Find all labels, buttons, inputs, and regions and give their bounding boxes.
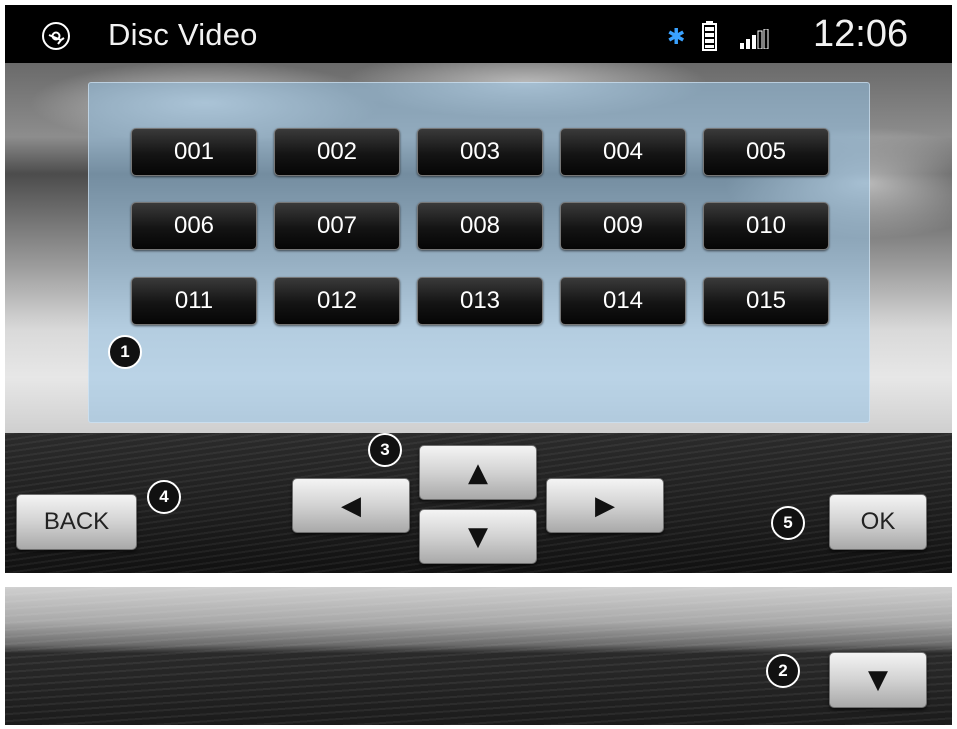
status-bar: Disc Video ✱ 12:06: [5, 5, 952, 63]
down-button[interactable]: ▼: [419, 509, 537, 564]
ok-button[interactable]: OK: [829, 494, 927, 550]
back-button[interactable]: BACK: [16, 494, 137, 550]
track-button-006[interactable]: 006: [131, 202, 257, 250]
callout-5: 5: [771, 506, 805, 540]
callout-3: 3: [368, 433, 402, 467]
ok-button-label: OK: [860, 508, 896, 535]
page-title: Disc Video: [108, 17, 258, 52]
track-grid-panel: 001 002 003 004 005 006 007 008 009 010 …: [88, 82, 870, 423]
track-button-005[interactable]: 005: [703, 128, 829, 176]
callout-2: 2: [766, 654, 800, 688]
track-button-004[interactable]: 004: [560, 128, 686, 176]
back-button-label: BACK: [43, 508, 110, 535]
track-button-008[interactable]: 008: [417, 202, 543, 250]
track-button-007[interactable]: 007: [274, 202, 400, 250]
track-button-013[interactable]: 013: [417, 277, 543, 325]
track-button-015[interactable]: 015: [703, 277, 829, 325]
down-arrow-icon: ▼: [468, 521, 488, 552]
left-button[interactable]: ◀: [292, 478, 410, 533]
callout-1: 1: [108, 335, 142, 369]
up-button[interactable]: ▲: [419, 445, 537, 500]
clock: 12:06: [813, 13, 909, 55]
battery-icon: [702, 21, 717, 51]
bluetooth-icon: ✱: [667, 25, 686, 50]
track-button-003[interactable]: 003: [417, 128, 543, 176]
right-button[interactable]: ▶: [546, 478, 664, 533]
left-arrow-icon: ◀: [341, 490, 361, 521]
scroll-down-button[interactable]: ▼: [829, 652, 927, 708]
track-button-001[interactable]: 001: [131, 128, 257, 176]
signal-icon: [740, 29, 769, 49]
track-button-002[interactable]: 002: [274, 128, 400, 176]
track-button-011[interactable]: 011: [131, 277, 257, 325]
track-button-012[interactable]: 012: [274, 277, 400, 325]
disc-icon: [42, 22, 70, 50]
track-button-010[interactable]: 010: [703, 202, 829, 250]
secondary-screen-strip: 2 ▼: [5, 587, 952, 725]
main-screen: Disc Video ✱ 12:06 001 002 003 004 005 0…: [5, 5, 952, 573]
down-arrow-icon: ▼: [868, 665, 888, 695]
track-button-014[interactable]: 014: [560, 277, 686, 325]
track-button-009[interactable]: 009: [560, 202, 686, 250]
up-arrow-icon: ▲: [468, 457, 488, 488]
callout-4: 4: [147, 480, 181, 514]
right-arrow-icon: ▶: [595, 490, 615, 521]
